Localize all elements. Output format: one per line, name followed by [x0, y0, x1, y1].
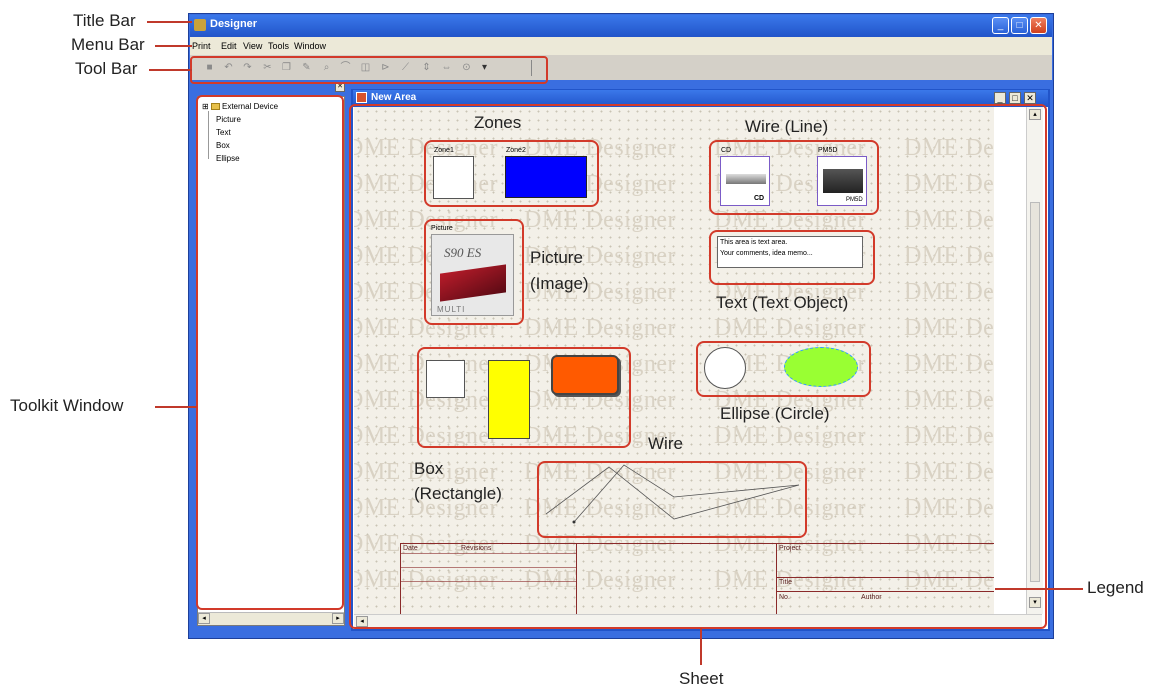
callout-tool-bar: Tool Bar — [75, 59, 138, 78]
menu-print[interactable]: Print — [192, 41, 211, 51]
doc-close-button[interactable]: ✕ — [1024, 92, 1036, 104]
toolkit-horizontal-scrollbar[interactable]: ◂ ▸ — [198, 612, 344, 625]
toolkit-highlight — [196, 95, 344, 610]
app-icon — [194, 19, 206, 31]
callout-title-bar: Title Bar — [73, 11, 136, 30]
callout-menu-bar: Menu Bar — [71, 35, 145, 54]
doc-minimize-button[interactable]: _ — [994, 92, 1006, 104]
tool-bar-highlight — [190, 56, 548, 84]
annotation-zones: Zones — [474, 113, 522, 132]
minimize-button[interactable]: _ — [992, 17, 1009, 34]
annotation-box-sub: (Rectangle) — [414, 484, 502, 503]
annotation-text-object: Text (Text Object) — [716, 293, 849, 312]
scroll-left-icon[interactable]: ◂ — [198, 613, 210, 624]
document-title: New Area — [371, 92, 417, 103]
callout-line-sheet — [700, 628, 702, 665]
menu-edit[interactable]: Edit — [221, 41, 237, 51]
annotation-wire-line: Wire (Line) — [745, 117, 829, 136]
annotation-picture-sub: (Image) — [530, 274, 589, 293]
callout-sheet: Sheet — [679, 669, 724, 688]
annotation-wire: Wire — [648, 434, 683, 453]
sheet-highlight — [349, 104, 1047, 629]
callout-line-title-bar — [147, 21, 192, 23]
document-icon — [356, 92, 367, 103]
annotation-ellipse: Ellipse (Circle) — [720, 404, 830, 423]
menu-tools[interactable]: Tools — [268, 41, 289, 51]
scroll-right-icon[interactable]: ▸ — [332, 613, 344, 624]
window-title: Designer — [210, 18, 258, 30]
menu-bar: Print Edit View Tools Window — [190, 37, 1052, 55]
callout-line-legend — [995, 588, 1083, 590]
callout-legend: Legend — [1087, 578, 1144, 597]
doc-maximize-button[interactable]: □ — [1009, 92, 1021, 104]
callout-toolkit-window: Toolkit Window — [10, 396, 124, 415]
close-button[interactable]: ✕ — [1030, 17, 1047, 34]
annotation-box: Box — [414, 459, 444, 478]
callout-line-menu-bar — [155, 45, 192, 47]
maximize-button[interactable]: □ — [1011, 17, 1028, 34]
menu-view[interactable]: View — [243, 41, 262, 51]
annotation-picture: Picture — [530, 248, 583, 267]
callout-line-toolkit — [155, 406, 197, 408]
callout-line-tool-bar — [149, 69, 192, 71]
title-bar[interactable]: Designer _ □ ✕ — [190, 15, 1052, 37]
menu-window[interactable]: Window — [294, 41, 326, 51]
